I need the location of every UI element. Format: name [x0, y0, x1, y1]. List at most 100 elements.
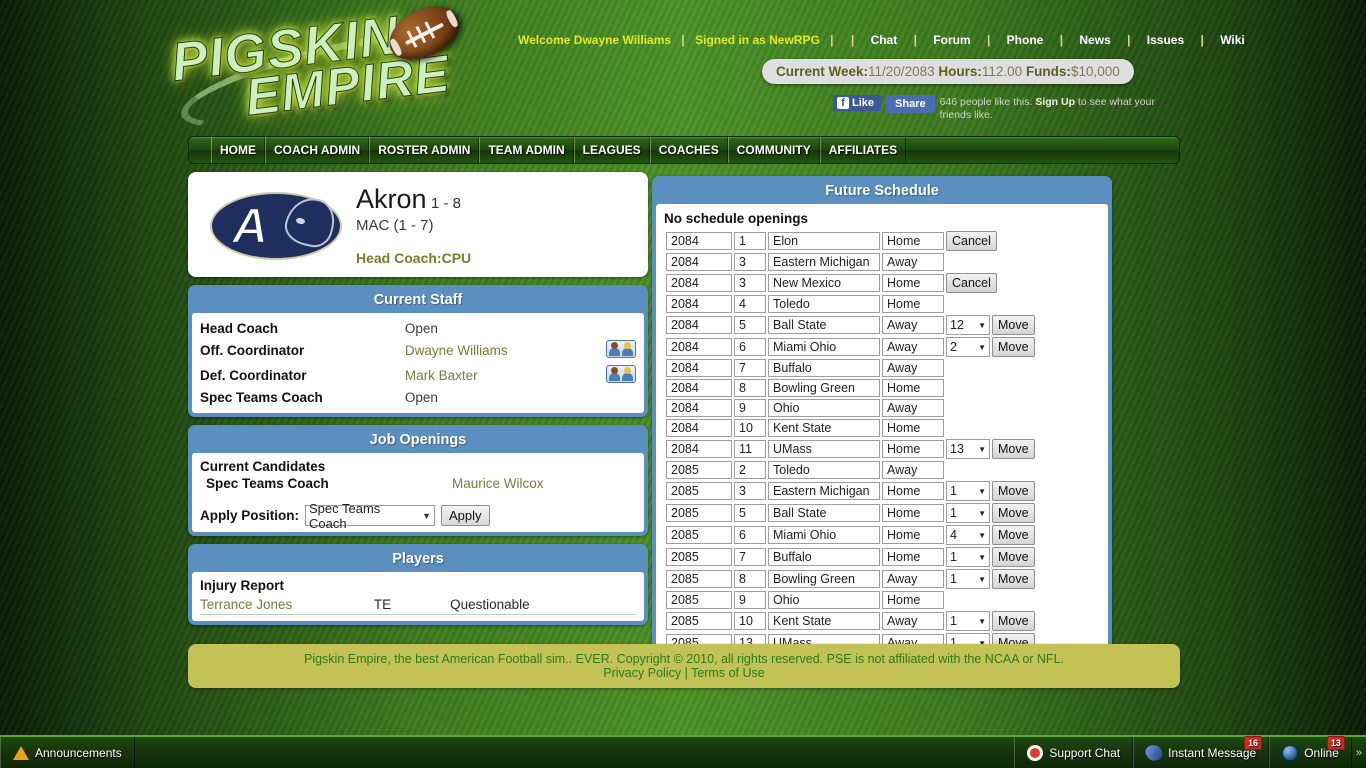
nav-coaches[interactable]: COACHES [650, 137, 728, 163]
nav-team-admin[interactable]: TEAM ADMIN [479, 137, 573, 163]
chevron-down-icon: ▼ [978, 487, 986, 496]
move-game-button[interactable]: Move [992, 547, 1035, 567]
move-week-select[interactable]: 1▼ [946, 481, 990, 501]
schedule-opponent[interactable]: Buffalo [768, 548, 880, 566]
facebook-share-button[interactable]: Share [886, 95, 935, 113]
move-week-select[interactable]: 1▼ [946, 547, 990, 567]
cancel-game-button[interactable]: Cancel [946, 273, 997, 293]
schedule-opponent[interactable]: Miami Ohio [768, 338, 880, 356]
move-game-button[interactable]: Move [992, 439, 1035, 459]
nav-affiliates[interactable]: AFFILIATES [820, 137, 906, 163]
move-week-select[interactable]: 1▼ [946, 611, 990, 631]
move-week-select[interactable]: 12▼ [946, 315, 990, 335]
table-row: 20843Eastern MichiganAway [666, 253, 1035, 271]
schedule-year: 2084 [666, 359, 732, 377]
schedule-opponent[interactable]: Ball State [768, 316, 880, 334]
schedule-action-cell: 1▼Move [946, 503, 1035, 523]
top-link-news[interactable]: News [1073, 33, 1116, 47]
hours-label: Hours: [938, 64, 982, 79]
move-game-button[interactable]: Move [992, 481, 1035, 501]
facebook-like-count-text: 646 people like this. Sign Up to see wha… [940, 95, 1170, 122]
facebook-signup-link[interactable]: Sign Up [1035, 96, 1075, 108]
schedule-site: Away [882, 612, 944, 630]
staff-person: Open [405, 319, 579, 338]
schedule-opponent[interactable]: Ohio [768, 591, 880, 609]
nav-home[interactable]: HOME [211, 137, 265, 163]
schedule-opponent[interactable]: UMass [768, 440, 880, 458]
site-logo[interactable]: PIGSKIN EMPIRE [165, 4, 500, 122]
schedule-opponent[interactable]: Toledo [768, 461, 880, 479]
terms-of-use-link[interactable]: Terms of Use [691, 666, 765, 680]
schedule-week: 9 [734, 591, 766, 609]
schedule-opponent[interactable]: New Mexico [768, 274, 880, 292]
table-row: Terrance Jones TE Questionable [200, 595, 636, 615]
apply-button[interactable]: Apply [441, 505, 490, 526]
schedule-opponent[interactable]: Eastern Michigan [768, 482, 880, 500]
staff-person[interactable]: Dwayne Williams [405, 338, 579, 363]
schedule-week: 10 [734, 612, 766, 630]
schedule-opponent[interactable]: Miami Ohio [768, 526, 880, 544]
move-game-button[interactable]: Move [992, 315, 1035, 335]
top-link-forum[interactable]: Forum [927, 33, 976, 47]
move-game-button[interactable]: Move [992, 569, 1035, 589]
staff-role: Spec Teams Coach [200, 388, 405, 407]
facebook-like-button[interactable]: f Like [833, 95, 881, 111]
schedule-action-cell: 2▼Move [946, 337, 1035, 357]
schedule-site: Away [882, 359, 944, 377]
schedule-year: 2084 [666, 232, 732, 250]
move-week-select[interactable]: 2▼ [946, 337, 990, 357]
move-week-select[interactable]: 4▼ [946, 525, 990, 545]
nav-roster-admin[interactable]: ROSTER ADMIN [369, 137, 479, 163]
move-week-select[interactable]: 1▼ [946, 503, 990, 523]
apply-position-select[interactable]: Spec Teams Coach ▼ [305, 505, 435, 526]
privacy-policy-link[interactable]: Privacy Policy [603, 666, 681, 680]
head-coach-label: Head Coach: [356, 250, 442, 266]
move-game-button[interactable]: Move [992, 503, 1035, 523]
nav-community[interactable]: COMMUNITY [728, 137, 820, 163]
taskbar-instant-message[interactable]: Instant Message 16 [1133, 737, 1269, 768]
staff-person[interactable]: Mark Baxter [405, 363, 579, 388]
schedule-opponent[interactable]: Bowling Green [768, 570, 880, 588]
taskbar-announcements[interactable]: Announcements [0, 737, 135, 768]
schedule-opponent[interactable]: Bowling Green [768, 379, 880, 397]
top-link-issues[interactable]: Issues [1141, 33, 1190, 47]
staff-role: Off. Coordinator [200, 338, 405, 363]
schedule-year: 2085 [666, 570, 732, 588]
team-summary-card: A Akron 1 - 8 MAC (1 - 7) Head Coach:CPU [188, 172, 648, 277]
schedule-site: Home [882, 548, 944, 566]
move-week-select[interactable]: 13▼ [946, 439, 990, 459]
schedule-opponent[interactable]: Ball State [768, 504, 880, 522]
schedule-opponent[interactable]: Kent State [768, 612, 880, 630]
footer-divider: | [685, 666, 688, 680]
taskbar-online[interactable]: Online 13 [1269, 737, 1352, 768]
move-week-select[interactable]: 1▼ [946, 569, 990, 589]
cancel-game-button[interactable]: Cancel [946, 231, 997, 251]
schedule-opponent[interactable]: Ohio [768, 399, 880, 417]
schedule-site: Home [882, 482, 944, 500]
two-people-icon[interactable] [606, 365, 636, 383]
schedule-opponent[interactable]: Elon [768, 232, 880, 250]
move-week-value: 2 [950, 340, 957, 354]
schedule-opponent[interactable]: Toledo [768, 295, 880, 313]
schedule-action-cell: 1▼Move [946, 611, 1035, 631]
taskbar-support-chat[interactable]: Support Chat [1014, 737, 1133, 768]
move-game-button[interactable]: Move [992, 525, 1035, 545]
top-link-wiki[interactable]: Wiki [1214, 33, 1251, 47]
top-link-chat[interactable]: Chat [865, 33, 904, 47]
top-link-phone[interactable]: Phone [1001, 33, 1050, 47]
two-people-icon[interactable] [606, 340, 636, 358]
move-game-button[interactable]: Move [992, 611, 1035, 631]
schedule-week: 6 [734, 526, 766, 544]
candidate-name[interactable]: Maurice Wilcox [452, 476, 544, 491]
nav-leagues[interactable]: LEAGUES [574, 137, 650, 163]
schedule-week: 5 [734, 504, 766, 522]
top-utility-nav: Welcome Dwayne Williams | Signed in as N… [518, 33, 1251, 47]
schedule-opponent[interactable]: Kent State [768, 419, 880, 437]
nav-coach-admin[interactable]: COACH ADMIN [265, 137, 369, 163]
schedule-opponent[interactable]: Eastern Michigan [768, 253, 880, 271]
schedule-opponent[interactable]: Buffalo [768, 359, 880, 377]
move-week-value: 1 [950, 614, 957, 628]
move-game-button[interactable]: Move [992, 337, 1035, 357]
injured-player-name[interactable]: Terrance Jones [200, 595, 367, 615]
taskbar-overflow-arrows[interactable]: » [1352, 737, 1366, 768]
